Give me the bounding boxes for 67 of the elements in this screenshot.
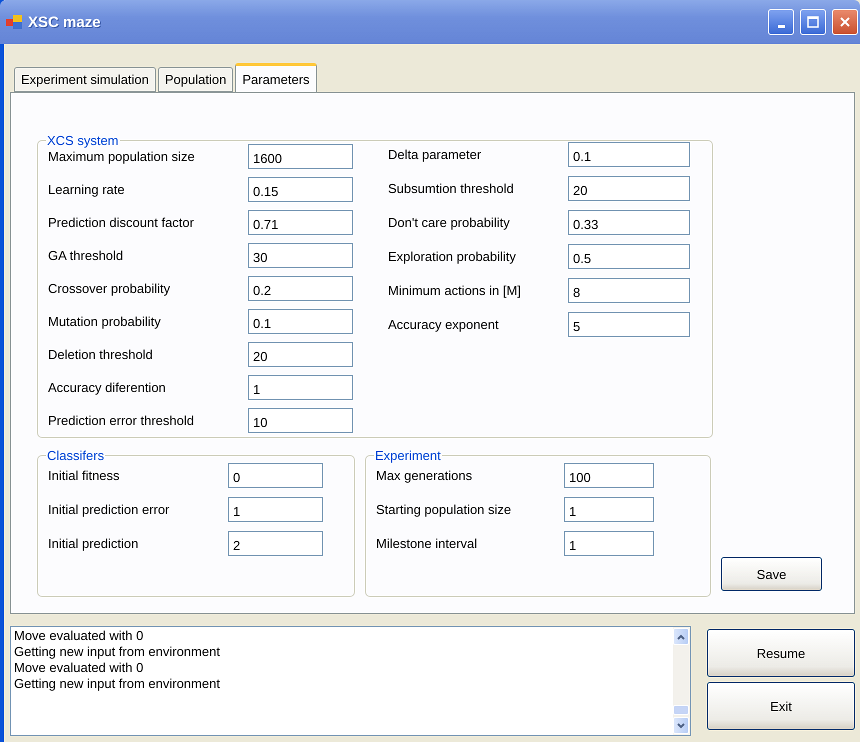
input-field[interactable]: 30: [248, 243, 353, 268]
input-field[interactable]: 0.1: [568, 142, 690, 167]
parameter-label: Accuracy exponent: [388, 317, 500, 332]
parameter-label: Mutation probability: [48, 314, 162, 329]
input-field[interactable]: 1600: [248, 144, 353, 169]
tab[interactable]: Parameters: [235, 63, 317, 92]
parameter-label: Deletion threshold: [48, 347, 154, 362]
tab[interactable]: Population: [158, 67, 234, 92]
log-line: Move evaluated with 0: [14, 660, 144, 676]
maximize-button[interactable]: [800, 9, 826, 35]
parameter-label: Accuracy diferention: [48, 380, 167, 395]
save-button[interactable]: Save: [721, 557, 822, 591]
parameter-label: Subsumtion threshold: [388, 181, 515, 196]
log-line: Getting new input from environment: [14, 644, 221, 660]
input-field[interactable]: 1: [248, 375, 353, 400]
input-field[interactable]: 0.33: [568, 210, 690, 235]
input-field[interactable]: 100: [564, 463, 654, 488]
input-field[interactable]: 0.71: [248, 210, 353, 235]
parameter-label: Initial prediction error: [48, 502, 170, 517]
parameter-label: Initial fitness: [48, 468, 121, 483]
input-field[interactable]: 10: [248, 408, 353, 433]
group-title: Experiment: [374, 448, 442, 463]
input-field[interactable]: 8: [568, 278, 690, 303]
parameter-label: Prediction error threshold: [48, 413, 195, 428]
action-button[interactable]: Resume: [707, 629, 855, 677]
parameter-label: Prediction discount factor: [48, 215, 195, 230]
minimize-icon: [778, 24, 784, 28]
group-title: XCS system: [46, 133, 120, 148]
window-title: XSC maze: [28, 14, 102, 30]
input-field[interactable]: 1: [228, 497, 323, 522]
group-title: Classifers: [46, 448, 106, 463]
parameter-label: Maximum population size: [48, 149, 196, 164]
parameter-label: Exploration probability: [388, 249, 517, 264]
log-box[interactable]: Move evaluated with 0 Getting new input from environment Move evaluated with 0 Getting new input from environment: [10, 626, 691, 736]
parameter-label: Delta parameter: [388, 147, 482, 162]
input-field[interactable]: 1: [564, 497, 654, 522]
input-field[interactable]: 0.2: [248, 276, 353, 301]
log-line: Move evaluated with 0: [14, 628, 144, 644]
close-button[interactable]: [832, 9, 858, 35]
scroll-up-icon[interactable]: [673, 628, 689, 645]
app-icon: [6, 15, 22, 29]
maximize-icon: [807, 16, 819, 28]
close-icon: [839, 16, 851, 28]
parameter-label: Minimum actions in [M]: [388, 283, 522, 298]
parameter-label: Starting population size: [376, 502, 512, 517]
input-field[interactable]: 0: [228, 463, 323, 488]
scroll-down-icon[interactable]: [673, 717, 689, 734]
log-line: Getting new input from environment: [14, 676, 221, 692]
parameter-label: Don't care probability: [388, 215, 511, 230]
parameter-label: Initial prediction: [48, 536, 140, 551]
action-button[interactable]: Exit: [707, 682, 855, 730]
parameter-label: Max generations: [376, 468, 474, 483]
input-field[interactable]: 2: [228, 531, 323, 556]
input-field[interactable]: 0.15: [248, 177, 353, 202]
input-field[interactable]: 20: [568, 176, 690, 201]
input-field[interactable]: 5: [568, 312, 690, 337]
input-field[interactable]: 0.1: [248, 309, 353, 334]
parameter-label: Milestone interval: [376, 536, 478, 551]
input-field[interactable]: 1: [564, 531, 654, 556]
scroll-thumb[interactable]: [673, 705, 689, 715]
parameter-label: Crossover probability: [48, 281, 172, 296]
input-field[interactable]: 20: [248, 342, 353, 367]
tab[interactable]: Experiment simulation: [14, 67, 156, 92]
input-field[interactable]: 0.5: [568, 244, 690, 269]
minimize-button[interactable]: [768, 9, 794, 35]
parameter-label: GA threshold: [48, 248, 124, 263]
parameter-label: Learning rate: [48, 182, 126, 197]
